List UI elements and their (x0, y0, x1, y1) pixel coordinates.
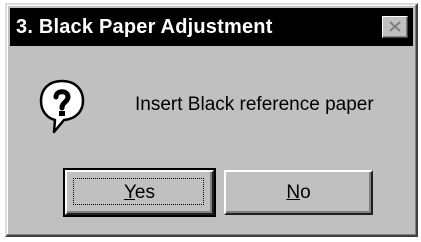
no-button-label: No (226, 182, 371, 204)
question-icon (39, 79, 85, 134)
no-mnemonic: N (286, 182, 301, 203)
no-label-rest: o (300, 182, 311, 203)
close-button[interactable] (382, 16, 408, 38)
dialog-message: Insert Black reference paper (135, 94, 374, 115)
close-icon (389, 21, 401, 32)
yes-mnemonic: Y (123, 182, 135, 203)
yes-button[interactable]: Yes (63, 168, 216, 217)
no-button[interactable]: No (224, 170, 373, 215)
title-bar[interactable]: 3. Black Paper Adjustment (10, 8, 413, 46)
yes-button-label: Yes (67, 182, 212, 204)
dialog-title: 3. Black Paper Adjustment (16, 16, 273, 38)
yes-label-rest: es (134, 182, 155, 203)
dialog-window: 3. Black Paper Adjustment Insert Black r… (5, 3, 418, 237)
